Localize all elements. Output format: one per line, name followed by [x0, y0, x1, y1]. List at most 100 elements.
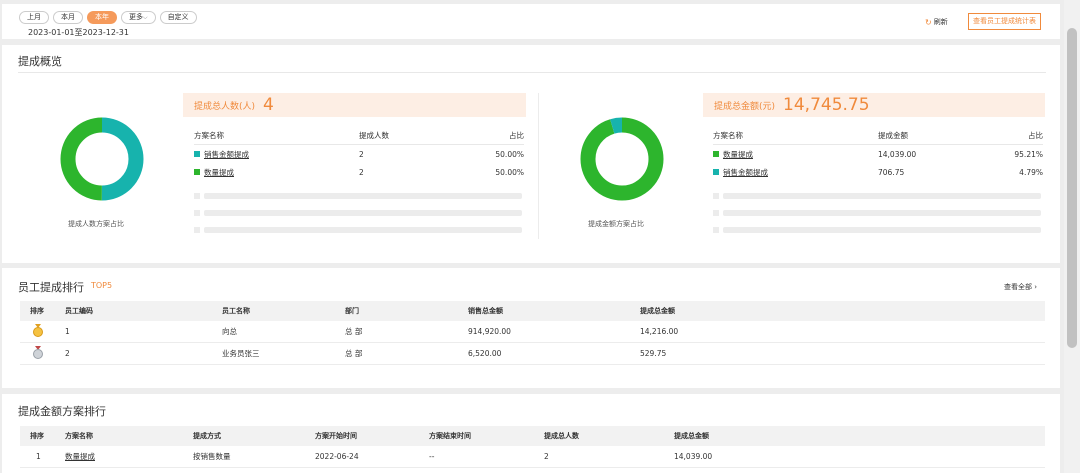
table-row: 销售金额提成 706.75 4.79%	[713, 163, 1043, 181]
scrollbar-thumb[interactable]	[1067, 28, 1077, 348]
placeholder-row	[194, 204, 524, 221]
percent: 4.79%	[1019, 167, 1043, 177]
placeholder-row	[713, 221, 1043, 238]
col-method: 提成方式	[193, 432, 221, 440]
people-donut-caption: 提成人数方案占比	[68, 220, 124, 228]
employee-name: 向总	[222, 327, 237, 336]
sales-total: 914,920.00	[468, 327, 511, 336]
amount-total: 14,039.00	[674, 452, 713, 461]
department: 总 部	[345, 349, 363, 358]
end-time: --	[429, 452, 435, 461]
col-employee-name: 员工名称	[222, 307, 250, 315]
filter-this-month-button[interactable]: 本月	[53, 11, 83, 24]
col-amount-total: 提成总金额	[674, 432, 709, 440]
plan-link[interactable]: 数量提成	[723, 149, 753, 160]
employee-code: 1	[65, 327, 70, 336]
silver-medal-icon	[33, 346, 43, 359]
col-amount: 提成金额	[878, 131, 908, 140]
plan-link[interactable]: 数量提成	[204, 167, 234, 178]
filter-custom-button[interactable]: 自定义	[159, 11, 197, 24]
plan-ranking-title: 提成金额方案排行	[18, 405, 106, 418]
view-commission-report-button[interactable]: 查看员工提成统计表	[968, 13, 1041, 30]
people-total-label: 提成总人数(人)	[194, 101, 256, 112]
col-plan-name: 方案名称	[713, 131, 743, 140]
amount: 14,039.00	[878, 149, 917, 159]
rank: 1	[36, 452, 41, 461]
amount-breakdown-table: 方案名称 提成金额 占比 数量提成 14,039.00 95.21% 销售金额提…	[713, 127, 1043, 238]
people-total: 2	[544, 452, 549, 461]
commission-total: 14,216.00	[640, 327, 679, 336]
refresh-icon: ↻	[925, 17, 932, 27]
filter-bar: 上月 本月 本年 更多⌵ 自定义 2023-01-01至2023-12-31 ↻…	[2, 4, 1060, 39]
table-row: 销售金额提成 2 50.00%	[194, 145, 524, 163]
department: 总 部	[345, 327, 363, 336]
placeholder-row	[713, 187, 1043, 204]
legend-swatch	[713, 169, 719, 175]
table-header: 方案名称 提成人数 占比	[194, 127, 524, 145]
col-percent: 占比	[509, 131, 524, 140]
table-header: 排序 员工编码 员工名称 部门 销售总金额 提成总金额	[20, 301, 1045, 321]
commission-total: 529.75	[640, 349, 667, 358]
percent: 95.21%	[1014, 149, 1043, 159]
amount-donut-caption: 提成金额方案占比	[588, 220, 644, 228]
employee-ranking-panel: 员工提成排行 TOP5 查看全部 › 排序 员工编码 员工名称 部门 销售总金额…	[2, 268, 1060, 388]
plan-link[interactable]: 销售金额提成	[723, 167, 768, 178]
people-donut-chart	[60, 117, 144, 201]
col-people-total: 提成总人数	[544, 432, 579, 440]
col-plan-name: 方案名称	[65, 432, 93, 440]
placeholder-row	[194, 221, 524, 238]
filter-more-label: 更多	[129, 13, 143, 21]
table-row: 数量提成 14,039.00 95.21%	[713, 145, 1043, 163]
chevron-down-icon: ⌵	[143, 14, 148, 21]
plan-link[interactable]: 销售金额提成	[204, 149, 249, 160]
amount-donut-chart	[580, 117, 664, 201]
ranking-title: 员工提成排行	[18, 281, 84, 294]
people-total-value: 4	[263, 95, 274, 115]
percent: 50.00%	[495, 149, 524, 159]
date-range-text: 2023-01-01至2023-12-31	[28, 28, 129, 37]
filter-last-month-button[interactable]: 上月	[19, 11, 49, 24]
col-plan-name: 方案名称	[194, 131, 224, 140]
table-row[interactable]: 1 向总 总 部 914,920.00 14,216.00	[20, 321, 1045, 343]
gold-medal-icon	[33, 324, 43, 337]
divider	[538, 93, 539, 239]
amount-total-value: 14,745.75	[783, 95, 870, 115]
employee-name: 业务员张三	[222, 349, 260, 358]
table-row: 数量提成 2 50.00%	[194, 163, 524, 181]
table-row[interactable]: 1 数量提成 按销售数量 2022-06-24 -- 2 14,039.00	[20, 446, 1045, 468]
col-department: 部门	[345, 307, 359, 315]
filter-more-button[interactable]: 更多⌵	[121, 11, 156, 24]
refresh-button[interactable]: ↻ 刷新	[925, 17, 948, 27]
col-sales-total: 销售总金额	[468, 307, 503, 315]
col-end-time: 方案结束时间	[429, 432, 471, 440]
amount-total-label: 提成总金额(元)	[714, 101, 776, 112]
filter-this-year-button[interactable]: 本年	[87, 11, 117, 24]
plan-link[interactable]: 数量提成	[65, 451, 193, 462]
page-scrollbar[interactable]	[1064, 0, 1080, 473]
amount: 706.75	[878, 167, 905, 177]
people-count: 2	[359, 149, 364, 159]
col-rank: 排序	[30, 432, 44, 440]
period-filter-group: 上月 本月 本年 更多⌵ 自定义	[19, 11, 197, 24]
col-commission-total: 提成总金额	[640, 307, 675, 315]
col-employee-code: 员工编码	[65, 307, 93, 315]
legend-swatch	[194, 151, 200, 157]
table-row[interactable]: 2 业务员张三 总 部 6,520.00 529.75	[20, 343, 1045, 365]
people-total-banner: 提成总人数(人) 4	[183, 93, 526, 117]
plan-ranking-panel: 提成金额方案排行 排序 方案名称 提成方式 方案开始时间 方案结束时间 提成总人…	[2, 394, 1060, 473]
percent: 50.00%	[495, 167, 524, 177]
col-people-count: 提成人数	[359, 131, 389, 140]
view-all-link[interactable]: 查看全部 ›	[1004, 282, 1037, 292]
divider	[18, 72, 1046, 73]
plan-ranking-table: 排序 方案名称 提成方式 方案开始时间 方案结束时间 提成总人数 提成总金额 1…	[20, 426, 1045, 468]
ranking-subtitle: TOP5	[91, 281, 113, 290]
placeholder-row	[194, 187, 524, 204]
col-start-time: 方案开始时间	[315, 432, 357, 440]
donut-slice	[580, 117, 664, 201]
legend-swatch	[713, 151, 719, 157]
employee-ranking-table: 排序 员工编码 员工名称 部门 销售总金额 提成总金额 1 向总 总 部 914…	[20, 301, 1045, 365]
col-percent: 占比	[1028, 131, 1043, 140]
employee-code: 2	[65, 349, 70, 358]
overview-title: 提成概览	[18, 55, 62, 68]
people-count: 2	[359, 167, 364, 177]
